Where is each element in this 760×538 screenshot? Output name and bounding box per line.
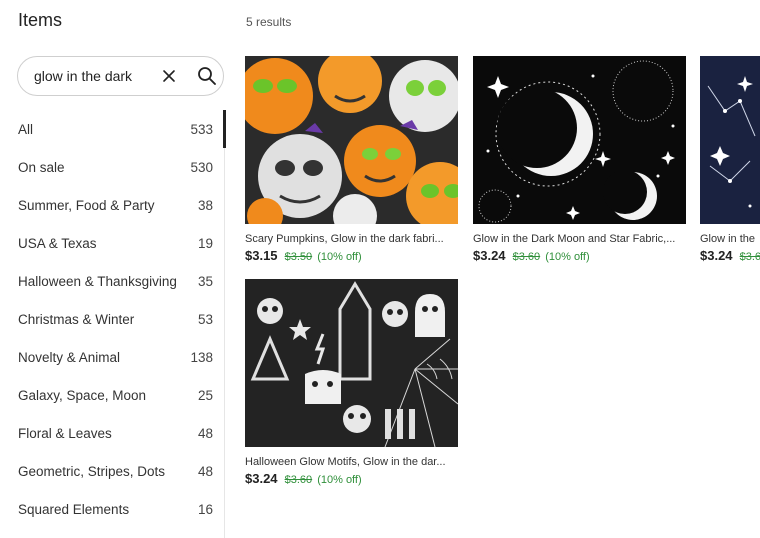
price-row: $3.24 $3.60 (10% off): [245, 471, 458, 486]
price-row: $3.24 $3.6: [700, 248, 760, 263]
product-title[interactable]: Scary Pumpkins, Glow in the dark fabri..…: [245, 233, 458, 245]
category-label: Novelty & Animal: [18, 350, 121, 366]
category-label: Squared Elements: [18, 502, 130, 518]
search-icon: [198, 67, 216, 85]
product-image-pumpkins[interactable]: [245, 56, 458, 224]
category-item-galaxy-space-moon[interactable]: Galaxy, Space, Moon 25: [0, 377, 225, 415]
category-label: Halloween & Thanksgiving: [18, 273, 177, 289]
category-item-christmas-winter[interactable]: Christmas & Winter 53: [0, 300, 225, 338]
category-count: 48: [197, 464, 213, 480]
category-count: 19: [197, 235, 213, 251]
product-title[interactable]: Glow in the: [700, 233, 760, 245]
category-count: 53: [197, 312, 213, 328]
price-row: $3.15 $3.50 (10% off): [245, 248, 458, 263]
product-card[interactable]: Scary Pumpkins, Glow in the dark fabri..…: [245, 56, 458, 263]
product-image-constellations[interactable]: [700, 56, 760, 224]
category-label: All: [18, 121, 34, 137]
price-row: $3.24 $3.60 (10% off): [473, 248, 686, 263]
category-item-usa-texas[interactable]: USA & Texas 19: [0, 224, 225, 262]
search-input[interactable]: glow in the dark: [34, 68, 149, 84]
category-item-summer-food-party[interactable]: Summer, Food & Party 38: [0, 186, 225, 224]
category-label: Floral & Leaves: [18, 426, 112, 442]
category-item-novelty-animal[interactable]: Novelty & Animal 138: [0, 339, 225, 377]
results-count: 5 results: [246, 15, 292, 29]
product-image-halloween-motifs[interactable]: [245, 279, 458, 447]
category-count: 16: [197, 502, 213, 518]
category-list: All 533 On sale 530 Summer, Food & Party 38…: [0, 110, 225, 529]
category-item-on-sale[interactable]: On sale 530: [0, 148, 225, 186]
close-icon: [163, 70, 175, 82]
category-count: 533: [190, 121, 213, 137]
discount-label: (10% off): [545, 251, 590, 263]
original-price: $3.50: [284, 251, 313, 263]
search-button[interactable]: [195, 64, 219, 88]
category-item-halloween-thanksgiving[interactable]: Halloween & Thanksgiving 35: [0, 262, 225, 300]
category-item-squared-elements[interactable]: Squared Elements 16: [0, 491, 225, 529]
product-image-moon-stars[interactable]: [473, 56, 686, 224]
sale-price: $3.24: [700, 248, 733, 263]
discount-label: (10% off): [317, 474, 362, 486]
category-label: Galaxy, Space, Moon: [18, 388, 147, 404]
original-price: $3.60: [284, 474, 313, 486]
product-title[interactable]: Halloween Glow Motifs, Glow in the dar..…: [245, 456, 458, 468]
category-count: 25: [197, 388, 213, 404]
search-bar: glow in the dark: [17, 56, 224, 96]
page-title: Items: [18, 10, 63, 30]
category-label: Christmas & Winter: [18, 312, 135, 328]
category-count: 35: [197, 273, 213, 289]
clear-search-button[interactable]: [157, 64, 181, 88]
original-price: $3.6: [739, 251, 760, 263]
discount-label: (10% off): [317, 251, 362, 263]
sale-price: $3.15: [245, 248, 278, 263]
product-title[interactable]: Glow in the Dark Moon and Star Fabric,..…: [473, 233, 686, 245]
category-label: Summer, Food & Party: [18, 197, 155, 213]
product-card[interactable]: Halloween Glow Motifs, Glow in the dar..…: [245, 279, 458, 486]
original-price: $3.60: [512, 251, 541, 263]
sale-price: $3.24: [473, 248, 506, 263]
category-item-all[interactable]: All 533: [0, 110, 225, 148]
category-count: 138: [190, 350, 213, 366]
category-item-geometric-stripes-dots[interactable]: Geometric, Stripes, Dots 48: [0, 453, 225, 491]
category-label: On sale: [18, 159, 65, 175]
category-count: 38: [197, 197, 213, 213]
sale-price: $3.24: [245, 471, 278, 486]
category-count: 530: [190, 159, 213, 175]
product-card[interactable]: Glow in the $3.24 $3.6: [700, 56, 760, 263]
product-card[interactable]: Glow in the Dark Moon and Star Fabric,..…: [473, 56, 686, 263]
category-label: Geometric, Stripes, Dots: [18, 464, 166, 480]
category-item-floral-leaves[interactable]: Floral & Leaves 48: [0, 415, 225, 453]
category-count: 48: [197, 426, 213, 442]
category-label: USA & Texas: [18, 235, 97, 251]
